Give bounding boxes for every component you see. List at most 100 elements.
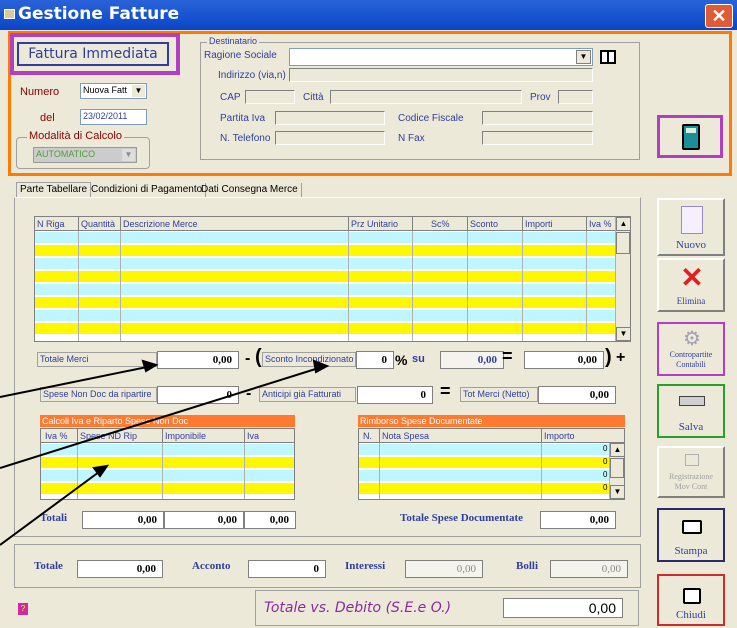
su-label: su (412, 353, 425, 365)
ragione-sociale-label: Ragione Sociale (204, 50, 277, 61)
main-grid-header: N Riga Quantità Descrizione Merce Prz Un… (35, 217, 630, 231)
book-icon[interactable] (600, 50, 616, 64)
modalita-label: Modalità di Calcolo (27, 130, 124, 142)
col-header[interactable]: N. (359, 429, 380, 443)
chiudi-button[interactable]: Chiudi (657, 574, 725, 626)
bolli-label: Bolli (516, 560, 539, 572)
elimina-button[interactable]: ✕ Elimina (657, 258, 725, 312)
cap-label: CAP (220, 92, 241, 103)
tab-parte-tabellare[interactable]: Parte Tabellare (16, 182, 92, 198)
totali-imponibile: 0,00 (164, 511, 244, 529)
partita-iva-label: Partita Iva (220, 113, 266, 124)
main-grid[interactable]: N Riga Quantità Descrizione Merce Prz Un… (34, 216, 631, 342)
col-header[interactable]: Importi (523, 217, 587, 231)
anticipi-value[interactable]: 0 (357, 386, 433, 404)
tab-condizioni-pagamento[interactable]: Condizioni di Pagamento (88, 183, 207, 198)
sconto-pct-field[interactable]: 0 (356, 351, 394, 369)
anticipi-label-box: Anticipi già Fatturati (259, 387, 356, 402)
del-date-field[interactable]: 23/02/2011 (80, 109, 147, 125)
chevron-down-icon[interactable]: ▼ (132, 85, 145, 97)
col-header[interactable]: Importo (542, 429, 624, 443)
col-header[interactable]: Sc% (413, 217, 468, 231)
contropartite-button[interactable]: ⚙ Contropartite Contabili (657, 322, 725, 376)
importo-cell: 0 (603, 483, 608, 492)
codice-fiscale-label: Codice Fiscale (398, 113, 464, 124)
iva-panel-title: Calcoli Iva e Riparto Spese Non Doc (40, 415, 295, 427)
chevron-down-icon[interactable]: ▼ (576, 50, 591, 64)
partita-iva-field[interactable] (275, 111, 385, 125)
spese-value[interactable]: 0 (157, 386, 239, 404)
rimborso-scrollbar[interactable]: ▲ ▼ (609, 443, 624, 499)
anticipi-label: Anticipi già Fatturati (262, 389, 342, 399)
scroll-up-icon[interactable]: ▲ (610, 443, 624, 457)
ragione-sociale-select[interactable]: ▼ (289, 48, 593, 66)
citta-field[interactable] (330, 90, 522, 104)
register-icon (685, 454, 699, 466)
nuovo-button[interactable]: Nuovo (657, 198, 725, 256)
numero-value: Nuova Fatt (83, 85, 128, 95)
tot-merci-netto-label-box: Tot Merci (Netto) (460, 387, 538, 402)
sconto-result: 0,00 (524, 351, 604, 369)
sconto-incond-label-box: Sconto Incondizionato (262, 352, 356, 367)
tab-dati-consegna[interactable]: Dati Consegna Merce (198, 183, 302, 198)
modalita-group: Modalità di Calcolo AUTOMATICO ▼ (16, 130, 150, 169)
close-button[interactable]: ✕ (705, 4, 733, 28)
totale-merci-label: Totale Merci (40, 354, 89, 364)
tot-merci-netto-label: Tot Merci (Netto) (463, 389, 530, 399)
telefono-label: N. Telefono (220, 133, 271, 144)
codice-fiscale-field[interactable] (482, 111, 593, 125)
totale-label: Totale (34, 560, 63, 572)
scroll-thumb[interactable] (610, 458, 624, 478)
cap-field[interactable] (245, 90, 295, 104)
main-grid-scrollbar[interactable]: ▲ ▼ (615, 217, 630, 341)
telefono-field[interactable] (275, 131, 385, 145)
prov-field[interactable] (558, 90, 593, 104)
fax-field[interactable] (482, 131, 593, 145)
registrazione-button: Registrazione Mov Cont (657, 446, 725, 498)
salva-button[interactable]: Salva (657, 384, 725, 438)
rimborso-panel-title: Rimborso Spese Documentate (358, 415, 625, 427)
title-bar: Gestione Fatture ✕ (0, 0, 737, 30)
col-header[interactable]: Iva % (41, 429, 78, 443)
importo-cell: 0 (603, 444, 608, 453)
chevron-down-icon: ▼ (122, 149, 135, 161)
col-header[interactable]: Spese ND Rip (78, 429, 163, 443)
calculator-button[interactable] (657, 115, 723, 158)
scroll-thumb[interactable] (616, 232, 630, 254)
col-header[interactable]: Sconto (468, 217, 523, 231)
col-header[interactable]: Iva % (587, 217, 617, 231)
scroll-down-icon[interactable]: ▼ (610, 485, 624, 499)
col-header[interactable]: Nota Spesa (380, 429, 542, 443)
iva-grid[interactable]: Iva % Spese ND Rip Imponibile Iva (40, 428, 295, 500)
calculator-icon (682, 124, 700, 150)
col-header[interactable]: N Riga (35, 217, 79, 231)
percent-sign: % (395, 352, 408, 368)
stampa-button[interactable]: Stampa (657, 508, 725, 562)
modalita-select[interactable]: AUTOMATICO ▼ (33, 147, 137, 163)
col-header[interactable]: Imponibile (163, 429, 245, 443)
rimborso-grid[interactable]: N. Nota Spesa Importo 0 0 0 0 ▲ ▼ (358, 428, 625, 500)
acconto-value[interactable]: 0 (248, 560, 326, 578)
delete-x-icon: ✕ (680, 263, 704, 294)
col-header[interactable]: Quantità (79, 217, 121, 231)
col-header[interactable]: Iva (245, 429, 294, 443)
fattura-type-button[interactable]: Fattura Immediata (17, 42, 169, 66)
totale-spese-doc: 0,00 (540, 511, 616, 529)
window-title: Gestione Fatture (18, 4, 180, 24)
numero-select[interactable]: Nuova Fatt ▼ (80, 83, 147, 99)
bolli-value: 0,00 (550, 560, 628, 578)
indirizzo-field[interactable] (289, 68, 593, 82)
indirizzo-label: Indirizzo (via,n) (218, 70, 286, 81)
lock-icon (683, 588, 701, 604)
destinatario-legend: Destinatario (207, 36, 260, 46)
prov-label: Prov (530, 92, 551, 103)
new-document-icon (681, 206, 703, 234)
help-button[interactable]: ? (18, 603, 28, 615)
open-paren: ( (255, 346, 262, 368)
scroll-down-icon[interactable]: ▼ (616, 327, 630, 341)
totali-iva: 0,00 (244, 511, 296, 529)
sconto-incond-label: Sconto Incondizionato (265, 354, 354, 364)
col-header[interactable]: Prz Unitario (349, 217, 413, 231)
scroll-up-icon[interactable]: ▲ (616, 217, 630, 231)
col-header[interactable]: Descrizione Merce (121, 217, 349, 231)
